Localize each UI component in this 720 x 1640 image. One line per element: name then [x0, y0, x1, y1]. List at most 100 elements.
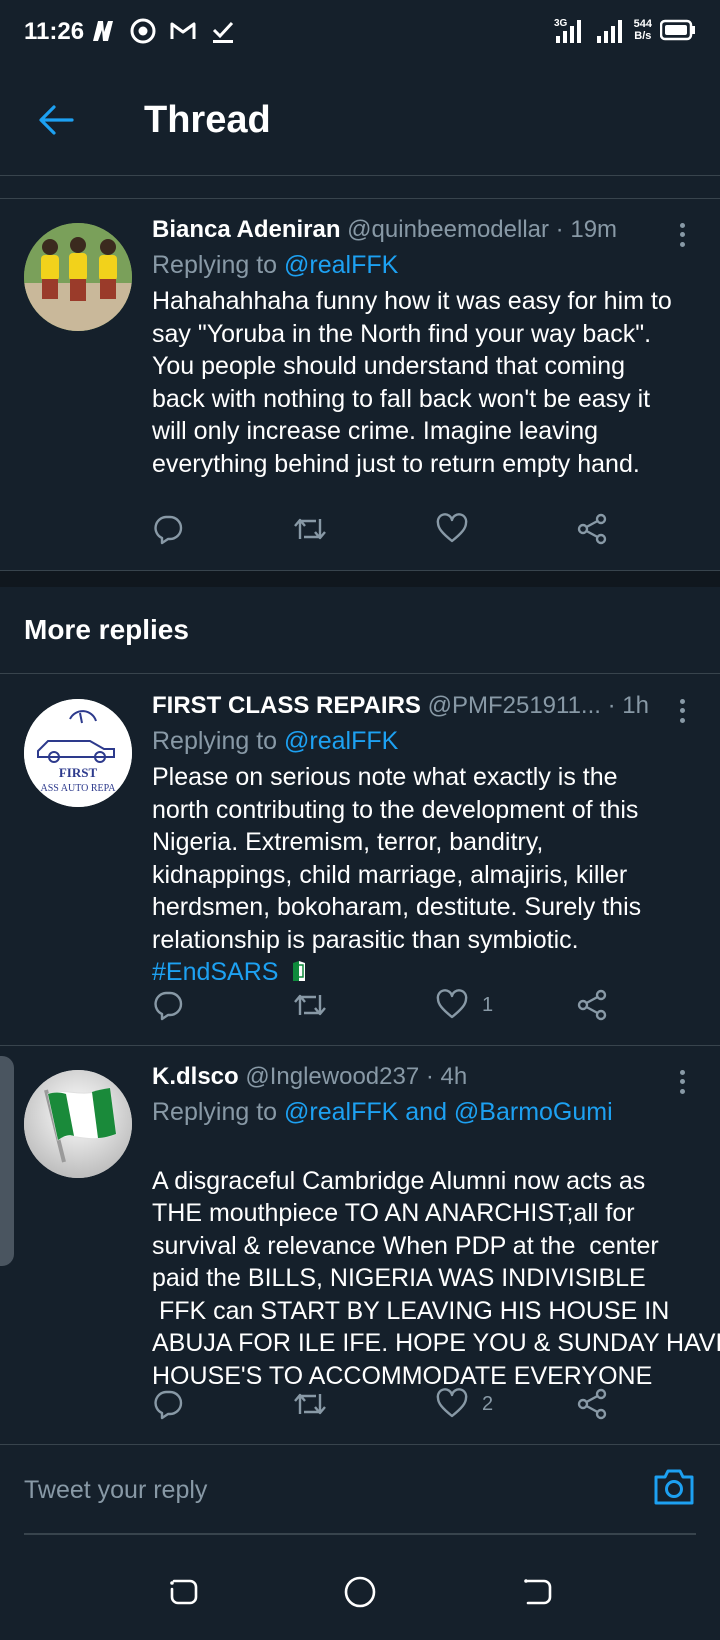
network-speed-unit: B/s	[634, 30, 652, 42]
share-button[interactable]	[576, 1384, 608, 1424]
retweet-button[interactable]	[292, 985, 328, 1025]
tweet-item[interactable]: K.dlsco @Inglewood237 · 4h Replying to @…	[0, 1046, 720, 1444]
replying-to: Replying to @realFFK	[152, 249, 680, 281]
end-sars-emoji-icon	[293, 961, 306, 981]
reply-icon	[154, 991, 183, 1021]
retweet-button[interactable]	[292, 1384, 328, 1424]
share-icon	[577, 989, 607, 1021]
like-button[interactable]: 1	[436, 985, 493, 1025]
signal-icon: 3G	[554, 18, 581, 43]
like-button[interactable]	[436, 509, 482, 549]
more-replies-title: More replies	[24, 614, 189, 645]
hashtag-link[interactable]: #EndSARS	[152, 958, 278, 986]
avatar[interactable]	[24, 223, 132, 331]
reply-icon	[154, 1390, 183, 1420]
share-button[interactable]	[576, 509, 608, 549]
status-bar: 11:26 3G 544 B/s	[0, 0, 720, 64]
replying-to-label: Replying to	[152, 251, 285, 279]
section-gap	[0, 571, 720, 587]
reply-button[interactable]	[152, 1384, 184, 1424]
replying-to: Replying to @realFFK and @BarmoGumi	[152, 1096, 680, 1128]
back-icon	[524, 1579, 552, 1605]
tweet-timestamp: 19m	[570, 216, 618, 243]
home-icon	[344, 1576, 376, 1608]
recents-icon	[170, 1579, 198, 1605]
tweet-author-name[interactable]: Bianca Adeniran	[152, 216, 341, 243]
tweet-text-body: Please on serious note what exactly is t…	[152, 763, 642, 954]
heart-icon	[436, 1388, 468, 1418]
like-button[interactable]: 2	[436, 1384, 493, 1424]
tweet-author-name[interactable]: FIRST CLASS REPAIRS	[152, 692, 421, 719]
reply-composer	[0, 1444, 720, 1544]
tweet-author-handle[interactable]: @Inglewood237	[245, 1063, 419, 1090]
signal-icon-2	[596, 20, 622, 43]
reply-input[interactable]	[24, 1455, 624, 1525]
system-nav-bar	[0, 1544, 720, 1640]
retweet-icon	[294, 518, 326, 540]
replying-to-link[interactable]: @realFFK	[284, 251, 398, 279]
home-button[interactable]	[338, 1570, 382, 1614]
tweet-text-line: A disgraceful Cambridge Alumni now acts …	[152, 1166, 646, 1195]
reply-underline	[24, 1533, 696, 1535]
tweet-text-line: survival & relevance When PDP at the cen…	[152, 1231, 659, 1260]
tweet-separator: ·	[607, 692, 616, 719]
reply-icon	[154, 515, 183, 545]
tweet-author-name[interactable]: K.dlsco	[152, 1063, 239, 1090]
share-icon	[577, 513, 607, 545]
tweet-body: Bianca Adeniran @quinbeemodellar · 19m R…	[152, 215, 680, 480]
tweet-author-handle[interactable]: @quinbeemodellar	[347, 216, 549, 243]
retweet-icon	[294, 1393, 326, 1415]
tweet-item[interactable]: Bianca Adeniran @quinbeemodellar · 19m R…	[0, 199, 720, 570]
chrome-icon	[130, 18, 156, 44]
app-header: Thread	[0, 64, 720, 176]
tweet-actions: 1	[152, 985, 612, 1029]
avatar[interactable]	[24, 1070, 132, 1178]
check-icon	[210, 18, 236, 44]
reply-button[interactable]	[152, 985, 184, 1025]
tweet-text-line: THE mouthpiece TO AN ANARCHIST;all for	[152, 1199, 635, 1227]
n-app-icon	[90, 18, 116, 44]
share-button[interactable]	[576, 985, 608, 1025]
avatar-logo-text-2: ASS AUTO REPA	[40, 783, 116, 794]
network-speed: 544 B/s	[634, 18, 652, 42]
status-time: 11:26	[24, 18, 85, 45]
system-status-icons: 3G 544 B/s	[554, 16, 696, 44]
tweet-text-line: paid the BILLS, NIGERIA WAS INDIVISIBLE	[152, 1264, 646, 1292]
tweet-separator: ·	[555, 216, 564, 243]
retweet-button[interactable]	[292, 509, 328, 549]
tweet-actions: 2	[152, 1384, 612, 1428]
recents-button[interactable]	[162, 1570, 206, 1614]
camera-button[interactable]	[652, 1467, 696, 1511]
notification-icons	[90, 18, 236, 44]
back-nav-button[interactable]	[514, 1570, 558, 1614]
network-speed-value: 544	[633, 18, 652, 30]
reply-button[interactable]	[152, 509, 184, 549]
like-count: 1	[482, 993, 494, 1016]
tweet-author-handle[interactable]: @PMF251911...	[428, 692, 601, 719]
tweet-body: FIRST CLASS REPAIRS @PMF251911... · 1h R…	[152, 691, 680, 989]
replying-to-label: Replying to	[152, 727, 285, 755]
tweet-separator: ·	[425, 1063, 434, 1090]
page-title: Thread	[144, 99, 271, 141]
tweet-text-line: ABUJA FOR ILE IFE. HOPE YOU & SUNDAY HAV…	[152, 1329, 720, 1357]
back-button[interactable]	[34, 98, 78, 142]
tweet-header: FIRST CLASS REPAIRS @PMF251911... · 1h	[152, 691, 680, 721]
replying-to: Replying to @realFFK	[152, 725, 680, 757]
gmail-icon	[170, 18, 196, 44]
tweet-item[interactable]: FIRST ASS AUTO REPA FIRST CLASS REPAIRS …	[0, 675, 720, 1045]
tweet-timestamp: 4h	[440, 1063, 468, 1090]
replying-to-link[interactable]: @realFFK and @BarmoGumi	[284, 1098, 613, 1126]
tweet-text: Hahahahhaha funny how it was easy for hi…	[152, 287, 672, 478]
tweet-text: Please on serious note what exactly is t…	[152, 761, 680, 989]
replying-to-label: Replying to	[152, 1098, 285, 1126]
replying-to-link[interactable]: @realFFK	[284, 727, 398, 755]
heart-icon	[436, 513, 468, 543]
battery-icon	[660, 19, 695, 41]
svg-text:3G: 3G	[554, 18, 568, 29]
retweet-icon	[294, 994, 326, 1016]
tweet-text-line: FFK can START BY LEAVING HIS HOUSE IN	[152, 1296, 670, 1325]
more-replies-section: More replies	[0, 586, 720, 674]
like-count: 2	[482, 1392, 494, 1415]
avatar-logo-text-1: FIRST	[59, 765, 98, 780]
avatar[interactable]: FIRST ASS AUTO REPA	[24, 699, 132, 807]
